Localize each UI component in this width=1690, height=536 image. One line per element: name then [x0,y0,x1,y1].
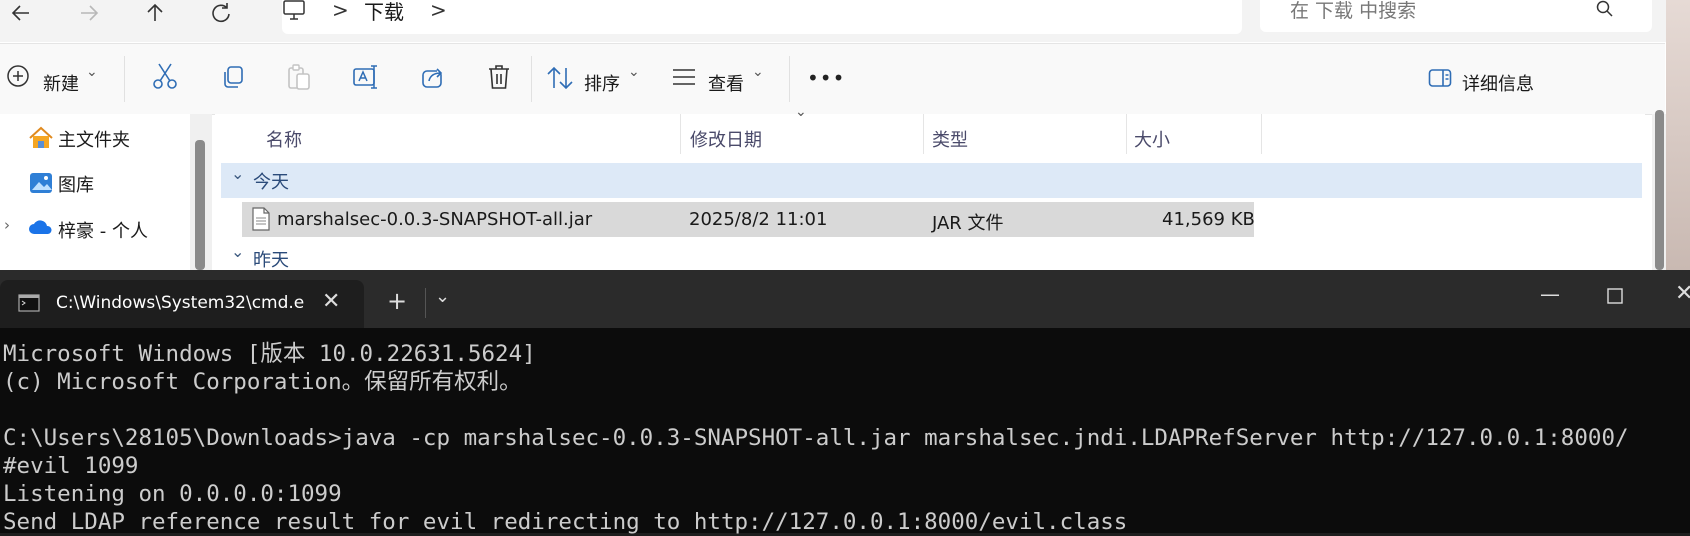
maximize-icon[interactable] [1607,288,1623,308]
share-icon [422,68,443,88]
column-divider[interactable] [1126,114,1127,154]
back-button[interactable] [10,2,32,30]
rename-button[interactable] [352,64,380,94]
file-explorer-window: > 下载 > 在 下载 中搜索 新建 ⌄ 排序 ⌄ 查看 ⌄ ••• 详细信息 … [0,0,1690,271]
rename-icon [353,65,377,89]
terminal-tab-title: C:\Windows\System32\cmd.e [56,293,305,313]
details-pane-icon[interactable] [1428,68,1452,92]
terminal-tab-bar: C:\Windows\System32\cmd.e ✕ + ⌄ — ✕ [0,270,1690,328]
arrow-right-icon [81,5,99,21]
group-label: 今天 [253,172,289,193]
refresh-button[interactable] [210,2,232,30]
file-size: 41,569 KB [1162,209,1255,230]
new-button[interactable] [6,64,30,92]
group-label: 昨天 [253,250,289,271]
chevron-down-icon[interactable]: ⌄ [231,164,244,183]
column-header-name[interactable]: 名称 [266,126,302,152]
chevron-down-icon[interactable]: ⌄ [86,64,98,80]
scissors-icon [153,63,177,89]
toolbar-divider [531,56,532,102]
forward-button[interactable] [78,2,100,30]
chevron-down-icon[interactable]: ⌄ [628,64,640,80]
toolbar-divider [124,56,125,102]
cut-button[interactable] [152,62,178,94]
sidebar-item-label: 图库 [58,175,94,196]
paste-icon [288,64,310,90]
new-label[interactable]: 新建 [43,70,79,96]
sidebar-item-label: 梓豪 - 个人 [58,221,148,242]
search-box[interactable]: 在 下载 中搜索 [1260,0,1652,32]
terminal-tab[interactable]: C:\Windows\System32\cmd.e ✕ [0,280,364,328]
navigation-pane: 主文件夹 图库 › 梓豪 - 个人 [0,114,190,270]
gallery-icon [30,173,52,193]
file-name[interactable]: marshalsec-0.0.3-SNAPSHOT-all.jar [277,209,592,230]
view-icon[interactable] [671,68,697,90]
search-icon[interactable] [1596,0,1614,22]
copy-icon [224,66,243,88]
more-options-button[interactable]: ••• [807,66,845,90]
minimize-icon[interactable]: — [1540,282,1560,306]
console-line: Listening on 0.0.0.0:1099 [3,481,342,507]
paste-button[interactable] [286,64,312,96]
address-bar[interactable]: > 下载 > [282,0,1242,34]
delete-button[interactable] [487,64,511,94]
file-type: JAR 文件 [932,213,1004,234]
close-window-icon[interactable]: ✕ [1675,281,1690,306]
cmd-icon [18,294,40,316]
chevron-right-icon[interactable]: › [4,216,10,234]
sort-icon[interactable] [546,65,574,95]
toolbar-divider [789,56,790,102]
console-line: (c) Microsoft Corporation。保留所有权利。 [3,369,522,395]
navigation-bar: > 下载 > 在 下载 中搜索 [0,0,1690,42]
column-divider[interactable] [923,114,924,154]
sort-indicator-icon: ⌄ [795,104,807,120]
up-button[interactable] [144,2,166,30]
view-button[interactable]: 查看 [708,70,744,96]
terminal-console[interactable]: Microsoft Windows [版本 10.0.22631.5624] (… [0,328,1690,535]
trash-icon [489,65,509,89]
new-tab-icon[interactable]: + [387,287,407,315]
sidebar-item-label: 主文件夹 [58,130,130,151]
column-header-modified[interactable]: 修改日期 [690,126,762,152]
column-header-size[interactable]: 大小 [1134,126,1170,152]
file-list-scroll-thumb[interactable] [1655,110,1664,270]
sidebar-item-home[interactable]: 主文件夹 [28,126,130,154]
arrow-left-icon [11,5,29,21]
breadcrumb-separator[interactable]: > [332,0,349,22]
cloud-icon [29,220,52,234]
console-line: Send LDAP reference result for evil redi… [3,509,1128,535]
file-icon [252,207,270,235]
details-button[interactable]: 详细信息 [1462,70,1534,96]
computer-icon [282,0,306,26]
column-divider[interactable] [1261,114,1262,154]
sidebar-item-onedrive[interactable]: 梓豪 - 个人 [28,217,148,242]
search-placeholder: 在 下载 中搜索 [1290,0,1417,22]
chevron-down-icon[interactable]: ⌄ [231,242,244,261]
close-tab-icon[interactable]: ✕ [322,289,340,314]
command-bar: 新建 ⌄ 排序 ⌄ 查看 ⌄ ••• 详细信息 [0,43,1665,115]
share-button[interactable] [420,64,446,94]
refresh-icon [212,3,230,23]
console-line: Microsoft Windows [版本 10.0.22631.5624] [3,341,536,367]
chevron-down-icon[interactable]: ⌄ [752,64,764,80]
file-modified: 2025/8/2 11:01 [689,209,828,230]
group-header-yesterday[interactable]: ⌄ 昨天 [221,242,621,271]
breadcrumb-chevron[interactable]: > [430,0,447,22]
desktop-background-strip [1666,0,1690,270]
home-icon [29,126,53,148]
group-header-today[interactable]: ⌄ 今天 [221,163,1642,198]
sidebar-item-gallery[interactable]: 图库 [28,171,94,199]
column-divider[interactable] [680,114,681,154]
arrow-up-icon [147,3,163,21]
nav-pane-scroll-thumb[interactable] [195,140,205,270]
dropdown-chevron-icon[interactable]: ⌄ [435,286,450,307]
console-line: #evil 1099 [3,453,139,479]
copy-button[interactable] [220,64,246,94]
plus-circle-icon [7,65,29,87]
breadcrumb-downloads[interactable]: 下载 [364,0,404,25]
tab-divider [425,288,426,318]
sort-button[interactable]: 排序 [584,70,620,96]
column-header-type[interactable]: 类型 [932,126,968,152]
console-line: C:\Users\28105\Downloads>java -cp marsha… [3,425,1629,451]
